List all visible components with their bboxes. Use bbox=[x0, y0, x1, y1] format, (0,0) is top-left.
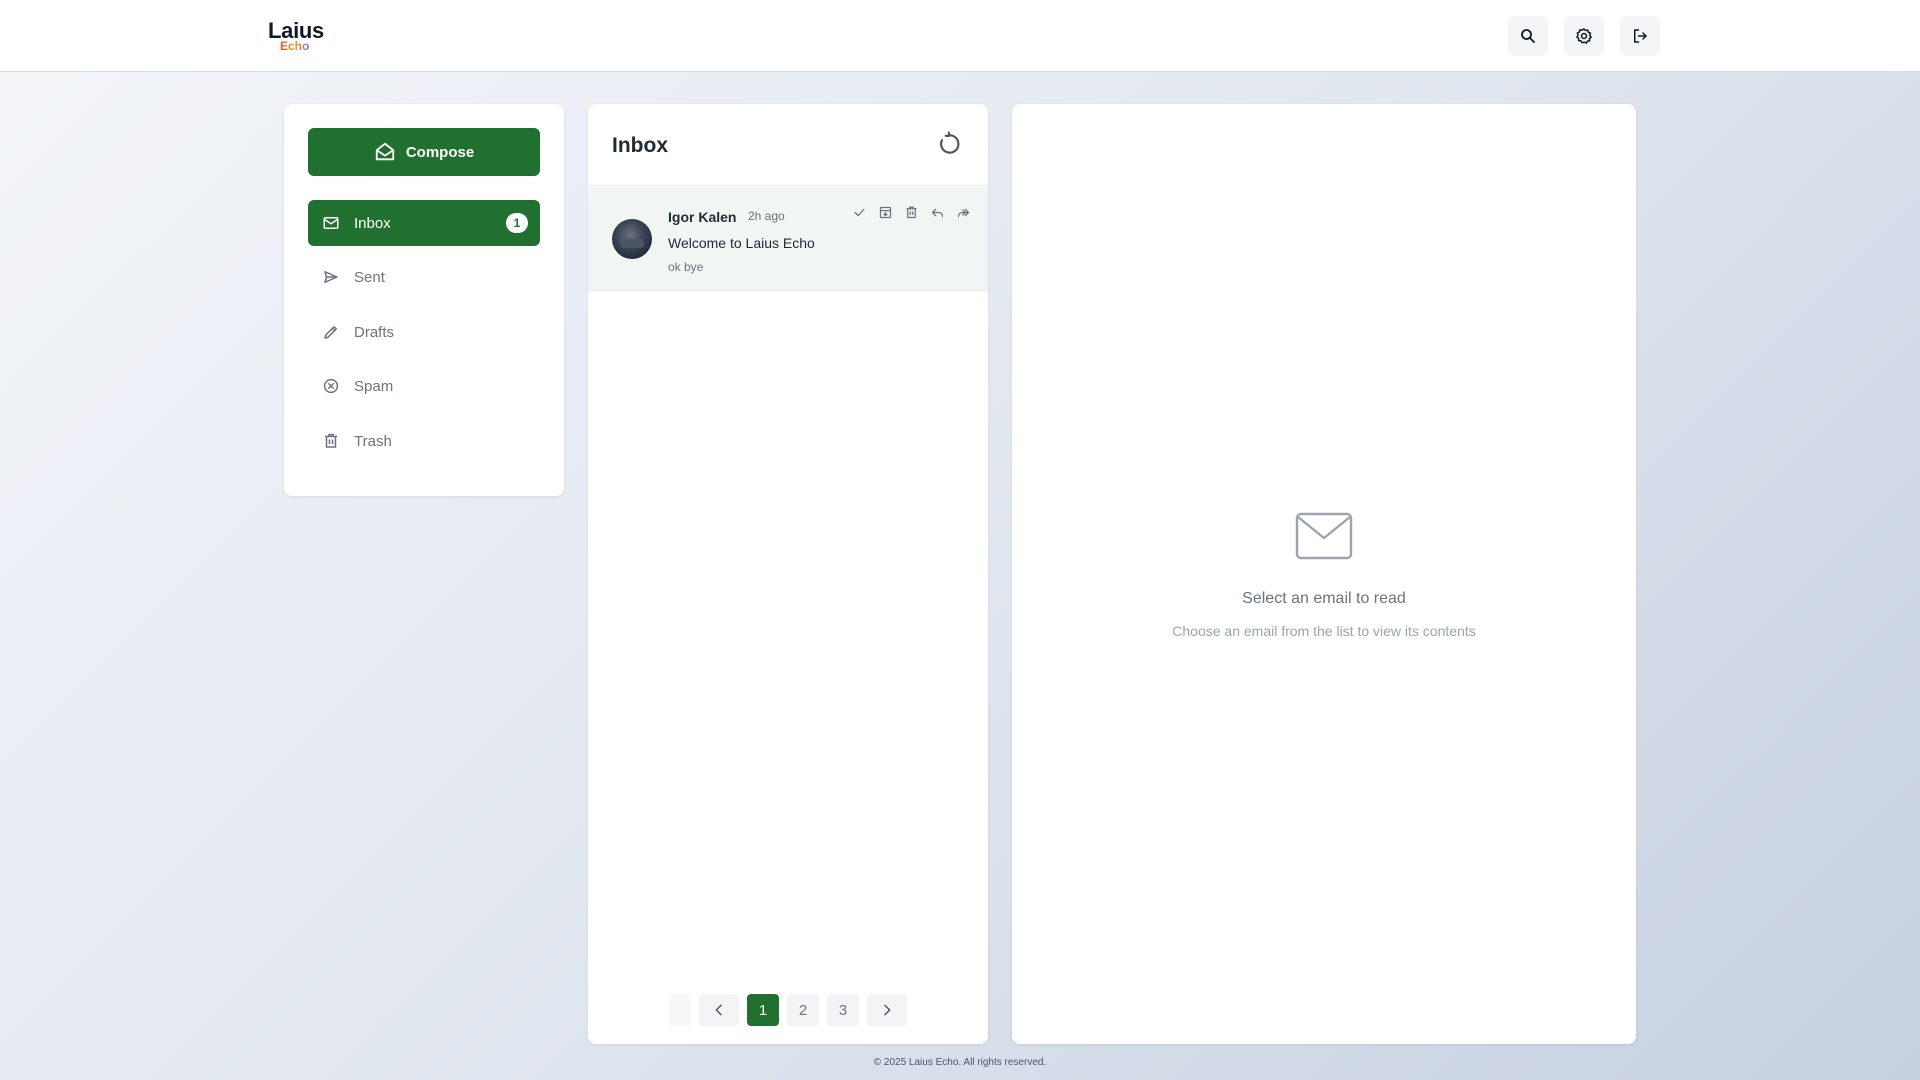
pagination-first-button[interactable] bbox=[669, 994, 691, 1026]
check-icon bbox=[854, 208, 865, 217]
send-icon bbox=[324, 271, 338, 283]
inbox-header: Inbox bbox=[588, 104, 988, 186]
chevron-left-icon bbox=[715, 1004, 722, 1016]
pagination-next-button[interactable] bbox=[867, 994, 907, 1026]
settings-button[interactable] bbox=[1564, 16, 1604, 56]
search-button[interactable] bbox=[1508, 16, 1548, 56]
delete-button[interactable] bbox=[904, 205, 920, 221]
refresh-icon[interactable] bbox=[936, 131, 962, 157]
pagination-page-2[interactable]: 2 bbox=[787, 994, 819, 1026]
email-row-actions bbox=[852, 205, 972, 221]
top-bar: Laius Echo bbox=[0, 0, 1920, 72]
envelope-icon bbox=[1295, 512, 1353, 560]
compose-button[interactable]: Compose bbox=[308, 128, 540, 176]
trash-icon bbox=[906, 206, 917, 219]
forward-icon bbox=[957, 208, 970, 217]
footer-copyright: © 2025 Laius Echo. All rights reserved. bbox=[873, 1057, 1047, 1068]
trash-icon bbox=[325, 433, 337, 448]
sidebar-item-drafts[interactable]: Drafts bbox=[308, 309, 540, 355]
mark-read-button[interactable] bbox=[852, 205, 868, 221]
forward-button[interactable] bbox=[956, 205, 972, 221]
reply-button[interactable] bbox=[930, 205, 946, 221]
envelope-open-icon bbox=[375, 142, 394, 161]
email-preview: ok bye bbox=[668, 260, 704, 274]
sidebar-item-label: Drafts bbox=[354, 323, 395, 341]
pagination-prev-button[interactable] bbox=[699, 994, 739, 1026]
sidebar-item-label: Inbox bbox=[354, 214, 391, 232]
mail-icon bbox=[323, 217, 339, 229]
search-icon bbox=[1521, 29, 1535, 43]
x-circle-icon bbox=[323, 378, 339, 394]
sidebar-item-label: Trash bbox=[354, 432, 392, 450]
unread-count-badge: 1 bbox=[506, 213, 528, 233]
reply-icon bbox=[931, 208, 944, 217]
email-subject: Welcome to Laius Echo bbox=[668, 235, 815, 251]
pencil-icon bbox=[324, 326, 337, 339]
archive-button[interactable] bbox=[878, 205, 894, 221]
gear-icon bbox=[1576, 28, 1592, 44]
sidebar-item-sent[interactable]: Sent bbox=[308, 254, 540, 300]
inbox-title: Inbox bbox=[612, 134, 668, 157]
sidebar-item-inbox[interactable]: Inbox 1 bbox=[308, 200, 540, 246]
app-logo[interactable]: Laius Echo bbox=[268, 20, 324, 53]
sidebar-item-spam[interactable]: Spam bbox=[308, 363, 540, 409]
sidebar-item-label: Sent bbox=[354, 268, 385, 286]
pagination: 1 2 3 bbox=[588, 994, 988, 1026]
archive-icon bbox=[879, 206, 892, 219]
chevron-right-icon bbox=[884, 1004, 891, 1016]
email-sender: Igor Kalen bbox=[668, 209, 737, 225]
sidebar-item-label: Spam bbox=[354, 377, 394, 395]
pagination-page-3[interactable]: 3 bbox=[827, 994, 859, 1026]
empty-state-subtitle: Choose an email from the list to view it… bbox=[1172, 623, 1476, 639]
inbox-panel: Inbox Igor Kalen 2h ago Welcome to Laius… bbox=[588, 104, 988, 1044]
empty-state-title: Select an email to read bbox=[1242, 590, 1406, 607]
sidebar-item-trash[interactable]: Trash bbox=[308, 418, 540, 464]
logout-icon bbox=[1634, 29, 1647, 43]
email-time: 2h ago bbox=[748, 209, 785, 223]
avatar bbox=[612, 219, 652, 259]
reading-pane: Select an email to read Choose an email … bbox=[1012, 104, 1636, 1044]
compose-label: Compose bbox=[405, 143, 475, 161]
sidebar: Compose Inbox 1 Sent Drafts Spam Trash bbox=[284, 104, 564, 496]
pagination-page-1[interactable]: 1 bbox=[747, 994, 779, 1026]
logout-button[interactable] bbox=[1620, 16, 1660, 56]
email-row[interactable]: Igor Kalen 2h ago Welcome to Laius Echo … bbox=[588, 187, 988, 291]
